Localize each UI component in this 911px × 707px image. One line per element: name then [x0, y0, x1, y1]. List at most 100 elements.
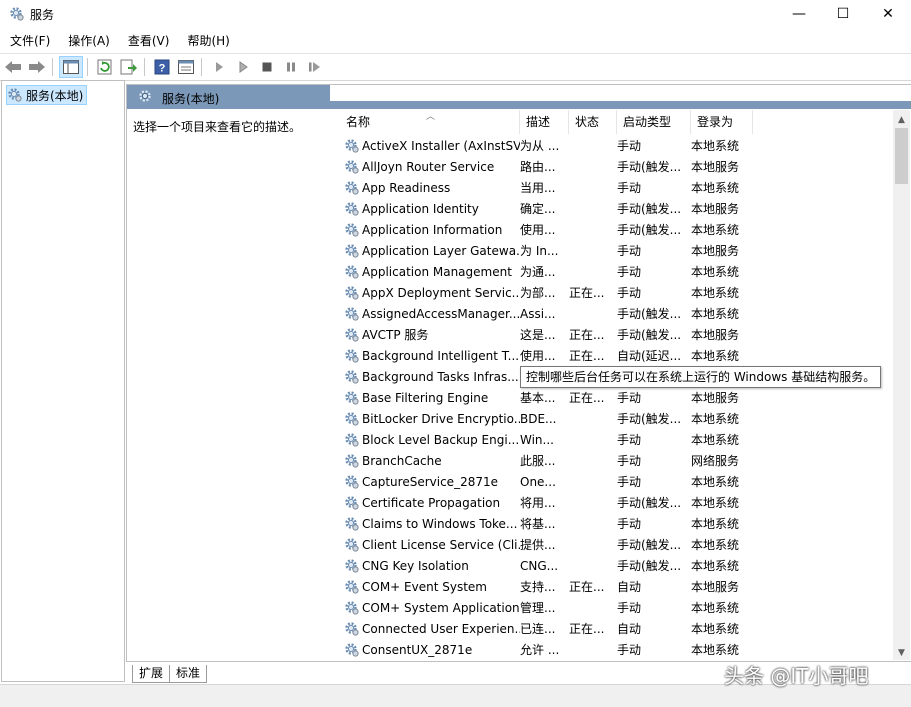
- column-description[interactable]: 描述: [520, 110, 569, 134]
- service-name: CaptureService_2871e: [362, 474, 498, 489]
- service-gear-icon: [345, 264, 359, 279]
- service-startup-type: 手动(触发...: [617, 160, 682, 174]
- service-row[interactable]: AppX Deployment Servic... 为部... 正在... 手动 本地系…: [340, 282, 892, 303]
- service-description: 基本...: [520, 391, 556, 405]
- service-row[interactable]: CNG Key Isolation CNG... 手动(触发... 本地系统: [340, 555, 892, 576]
- service-row[interactable]: Application Layer Gatewa... 为 In... 手动 本地服务: [340, 240, 892, 261]
- service-row[interactable]: COM+ Event System 支持... 正在... 自动 本地服务: [340, 576, 892, 597]
- tab-standard[interactable]: 标准: [170, 665, 208, 683]
- tab-extended[interactable]: 扩展: [132, 665, 171, 683]
- service-logon: 本地服务: [691, 580, 740, 594]
- scroll-down-icon[interactable]: ▼: [893, 644, 910, 661]
- service-gear-icon: [345, 327, 359, 342]
- service-description: 为 In...: [520, 244, 559, 258]
- service-description: Win...: [520, 432, 554, 447]
- service-startup-type: 手动: [617, 517, 642, 531]
- console-tree-icon: [63, 60, 79, 74]
- maximize-icon: ☐: [836, 6, 850, 22]
- service-name: AppX Deployment Servic...: [362, 285, 520, 300]
- service-startup-type: 手动: [617, 286, 642, 300]
- menu-help[interactable]: 帮助(H): [177, 30, 237, 52]
- service-row[interactable]: ActiveX Installer (AxInstSV) 为从 ... 手动 本地系统: [340, 135, 892, 156]
- service-row[interactable]: AllJoyn Router Service 路由... 手动(触发... 本地服务: [340, 156, 892, 177]
- scroll-up-icon[interactable]: ▲: [893, 111, 910, 128]
- restart-icon: [309, 62, 320, 72]
- minimize-button[interactable]: —: [776, 0, 822, 28]
- menu-file[interactable]: 文件(F): [0, 30, 58, 52]
- menu-view[interactable]: 查看(V): [118, 30, 178, 52]
- service-row[interactable]: Connected User Experien... 已连... 正在... 自动 本地…: [340, 618, 892, 639]
- service-logon: 本地服务: [691, 160, 740, 174]
- column-startup-type[interactable]: 启动类型: [617, 110, 691, 134]
- export-button[interactable]: [118, 57, 140, 77]
- service-startup-type: 手动(触发...: [617, 202, 682, 216]
- toolbar: ?: [0, 53, 911, 81]
- service-status: 正在...: [569, 391, 605, 405]
- service-row[interactable]: Base Filtering Engine 基本... 正在... 手动 本地服务: [340, 387, 892, 408]
- restart-service-button[interactable]: [304, 57, 326, 77]
- tree-item-services-local[interactable]: 服务(本地): [6, 85, 88, 105]
- tree-item-label: 服务(本地): [26, 88, 84, 103]
- service-logon: 本地系统: [691, 286, 740, 300]
- service-row[interactable]: AssignedAccessManager... Assi... 手动(触发... 本…: [340, 303, 892, 324]
- service-description: 支持...: [520, 580, 556, 594]
- console-tree-button[interactable]: [59, 56, 83, 78]
- service-row[interactable]: Certificate Propagation 将用... 手动(触发... 本地系统: [340, 492, 892, 513]
- service-row[interactable]: COM+ System Application 管理... 手动 本地系统: [340, 597, 892, 618]
- service-logon: 本地服务: [691, 244, 740, 258]
- start-service-button[interactable]: [208, 57, 230, 77]
- service-logon: 本地系统: [691, 307, 740, 321]
- service-description: 路由...: [520, 160, 556, 174]
- service-row[interactable]: Client License Service (Cli... 提供... 手动(触发…: [340, 534, 892, 555]
- service-name: Application Identity: [362, 201, 479, 216]
- service-row[interactable]: Application Information 使用... 手动(触发... 本地系统: [340, 219, 892, 240]
- stop-service-button[interactable]: [256, 57, 278, 77]
- service-row[interactable]: App Readiness 当用... 手动 本地系统: [340, 177, 892, 198]
- service-name: Application Management: [362, 264, 512, 279]
- service-row[interactable]: Application Identity 确定... 手动(触发... 本地服务: [340, 198, 892, 219]
- service-gear-icon: [345, 474, 359, 489]
- service-gear-icon: [345, 180, 359, 195]
- service-gear-icon: [345, 390, 359, 405]
- menu-action[interactable]: 操作(A): [58, 30, 118, 52]
- properties-button[interactable]: [175, 57, 197, 77]
- service-gear-icon: [345, 600, 359, 615]
- back-button[interactable]: [2, 57, 24, 77]
- vertical-scrollbar[interactable]: [893, 110, 910, 660]
- service-row[interactable]: BranchCache 此服... 手动 网络服务: [340, 450, 892, 471]
- service-startup-type: 自动(延迟...: [617, 349, 682, 363]
- tooltip: 控制哪些后台任务可以在系统上运行的 Windows 基础结构服务。: [520, 366, 882, 388]
- forward-button[interactable]: [26, 57, 48, 77]
- help-button[interactable]: ?: [151, 57, 173, 77]
- start-alt-button[interactable]: [232, 57, 254, 77]
- refresh-icon: [97, 59, 112, 75]
- close-button[interactable]: ✕: [865, 0, 911, 28]
- service-name: AVCTP 服务: [362, 328, 429, 342]
- refresh-button[interactable]: [94, 57, 116, 77]
- maximize-button[interactable]: ☐: [820, 0, 866, 28]
- service-startup-type: 手动: [617, 454, 642, 468]
- service-description: 使用...: [520, 223, 556, 237]
- service-row[interactable]: Block Level Backup Engi... Win... 手动 本地系统: [340, 429, 892, 450]
- service-startup-type: 手动(触发...: [617, 307, 682, 321]
- scrollbar-thumb[interactable]: [895, 128, 908, 184]
- column-logon-as[interactable]: 登录为: [691, 110, 753, 134]
- service-gear-icon: [345, 579, 359, 594]
- service-gear-icon: [345, 285, 359, 300]
- service-logon: 本地服务: [691, 202, 740, 216]
- service-row[interactable]: AVCTP 服务 这是... 正在... 手动(触发... 本地服务: [340, 324, 892, 345]
- service-row[interactable]: ConsentUX_2871e 允许 ... 手动 本地系统: [340, 639, 892, 660]
- service-row[interactable]: Claims to Windows Toke... 将基... 手动 本地系统: [340, 513, 892, 534]
- toolbar-separator: [87, 58, 88, 76]
- service-row[interactable]: CaptureService_2871e One... 手动 本地系统: [340, 471, 892, 492]
- watermark: 头条 @IT小哥吧: [724, 664, 869, 688]
- service-startup-type: 手动(触发...: [617, 223, 682, 237]
- service-row[interactable]: Application Management 为通... 手动 本地系统: [340, 261, 892, 282]
- service-row[interactable]: Background Intelligent T... 使用... 正在... 自动(…: [340, 345, 892, 366]
- column-status[interactable]: 状态: [569, 110, 617, 134]
- service-name: COM+ System Application: [362, 600, 520, 615]
- service-row[interactable]: BitLocker Drive Encryptio... BDE... 手动(触发.…: [340, 408, 892, 429]
- service-description: CNG...: [520, 558, 559, 573]
- pause-service-button[interactable]: [280, 57, 302, 77]
- service-description: 将基...: [520, 517, 556, 531]
